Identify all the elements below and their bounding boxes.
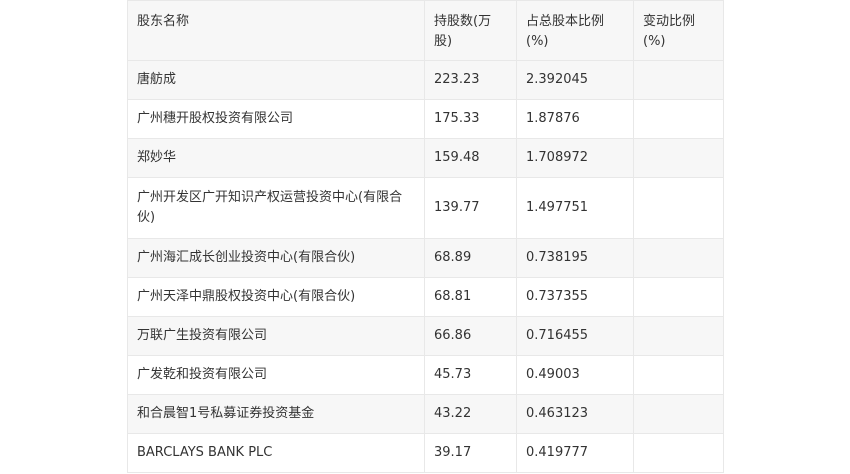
cell-share-ratio: 0.716455 [516,316,634,356]
cell-shares: 45.73 [424,355,517,395]
cell-shares: 159.48 [424,138,517,178]
cell-change-ratio [633,277,724,317]
cell-change-ratio [633,355,724,395]
cell-change-ratio [633,60,724,100]
cell-shares: 68.89 [424,238,517,278]
cell-share-ratio: 1.497751 [516,177,634,239]
cell-share-ratio: 0.49003 [516,355,634,395]
table-row: 广州天泽中鼎股权投资中心(有限合伙) 68.81 0.737355 [127,277,724,317]
cell-shareholder-name: 万联广生投资有限公司 [127,316,425,356]
cell-shares: 68.81 [424,277,517,317]
table-row: 和合晨智1号私募证券投资基金 43.22 0.463123 [127,394,724,434]
cell-shareholder-name: 郑妙华 [127,138,425,178]
table-row: 唐舫成 223.23 2.392045 [127,60,724,100]
cell-change-ratio [633,177,724,239]
cell-shareholder-name: BARCLAYS BANK PLC [127,433,425,473]
cell-shares: 223.23 [424,60,517,100]
table-row: 郑妙华 159.48 1.708972 [127,138,724,178]
table-header-row: 股东名称 持股数(万股) 占总股本比例(%) 变动比例(%) [127,0,724,61]
shareholder-table-container: 股东名称 持股数(万股) 占总股本比例(%) 变动比例(%) 唐舫成 223.2… [127,0,724,473]
cell-shareholder-name: 和合晨智1号私募证券投资基金 [127,394,425,434]
cell-share-ratio: 0.737355 [516,277,634,317]
cell-shareholder-name: 唐舫成 [127,60,425,100]
table-row: BARCLAYS BANK PLC 39.17 0.419777 [127,433,724,473]
header-shareholder-name: 股东名称 [127,0,425,61]
cell-shares: 175.33 [424,99,517,139]
cell-shareholder-name: 广发乾和投资有限公司 [127,355,425,395]
cell-change-ratio [633,316,724,356]
shareholder-table: 股东名称 持股数(万股) 占总股本比例(%) 变动比例(%) 唐舫成 223.2… [127,0,724,473]
cell-shares: 66.86 [424,316,517,356]
cell-shareholder-name: 广州海汇成长创业投资中心(有限合伙) [127,238,425,278]
cell-share-ratio: 1.87876 [516,99,634,139]
table-row: 广州开发区广开知识产权运营投资中心(有限合伙) 139.77 1.497751 [127,177,724,239]
cell-change-ratio [633,238,724,278]
cell-change-ratio [633,99,724,139]
header-shares: 持股数(万股) [424,0,517,61]
cell-shares: 139.77 [424,177,517,239]
cell-change-ratio [633,394,724,434]
cell-shareholder-name: 广州开发区广开知识产权运营投资中心(有限合伙) [127,177,425,239]
table-row: 万联广生投资有限公司 66.86 0.716455 [127,316,724,356]
table-row: 广州穗开股权投资有限公司 175.33 1.87876 [127,99,724,139]
header-share-ratio: 占总股本比例(%) [516,0,634,61]
header-change-ratio: 变动比例(%) [633,0,724,61]
cell-share-ratio: 0.738195 [516,238,634,278]
cell-share-ratio: 1.708972 [516,138,634,178]
cell-share-ratio: 2.392045 [516,60,634,100]
cell-shareholder-name: 广州穗开股权投资有限公司 [127,99,425,139]
cell-shares: 39.17 [424,433,517,473]
cell-shares: 43.22 [424,394,517,434]
cell-change-ratio [633,138,724,178]
table-row: 广州海汇成长创业投资中心(有限合伙) 68.89 0.738195 [127,238,724,278]
cell-share-ratio: 0.419777 [516,433,634,473]
cell-change-ratio [633,433,724,473]
cell-shareholder-name: 广州天泽中鼎股权投资中心(有限合伙) [127,277,425,317]
table-row: 广发乾和投资有限公司 45.73 0.49003 [127,355,724,395]
cell-share-ratio: 0.463123 [516,394,634,434]
